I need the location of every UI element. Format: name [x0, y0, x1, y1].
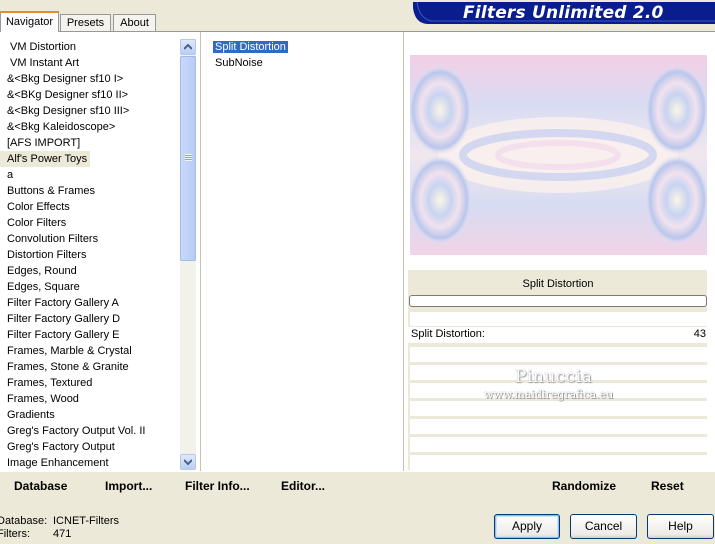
category-list[interactable]: VM Distortion VM Instant Art &<Bkg Designe…	[0, 39, 180, 471]
scroll-down-button[interactable]	[180, 454, 196, 470]
category-item[interactable]: Frames, Wood	[0, 391, 180, 407]
chevron-down-icon	[184, 459, 192, 465]
category-scrollbar[interactable]	[180, 39, 196, 470]
tab-presets[interactable]: Presets	[60, 14, 111, 31]
preview-image	[410, 55, 707, 255]
tab-about[interactable]: About	[113, 14, 156, 31]
category-item[interactable]: Color Effects	[0, 199, 180, 215]
category-item[interactable]: Image Enhancement	[0, 455, 180, 471]
apply-button[interactable]: Apply	[494, 514, 560, 539]
category-item[interactable]: Filter Factory Gallery D	[0, 311, 180, 327]
category-item[interactable]: Edges, Square	[0, 279, 180, 295]
editor-button[interactable]: Editor...	[281, 478, 325, 494]
chevron-up-icon	[184, 44, 192, 50]
category-item[interactable]: Greg's Factory Output	[0, 439, 180, 455]
category-item[interactable]: Filter Factory Gallery E	[0, 327, 180, 343]
filter-name-label: Split Distortion	[522, 278, 594, 290]
import-button[interactable]: Import...	[105, 478, 152, 494]
category-item[interactable]: &<Bkg Kaleidoscope>	[0, 119, 180, 135]
category-item[interactable]: Color Filters	[0, 215, 180, 231]
cancel-button[interactable]: Cancel	[570, 514, 637, 539]
filters-count-value: 471	[53, 528, 72, 540]
category-item[interactable]: [AFS IMPORT]	[0, 135, 180, 151]
tab-navigator[interactable]: Navigator	[0, 11, 59, 32]
category-item[interactable]: Distortion Filters	[0, 247, 180, 263]
help-button[interactable]: Help	[647, 514, 714, 539]
category-item[interactable]: Alf's Power Toys	[0, 151, 90, 167]
category-item[interactable]: Convolution Filters	[0, 231, 180, 247]
scroll-up-button[interactable]	[180, 39, 196, 55]
tab-about-label: About	[120, 17, 149, 29]
divider	[403, 32, 404, 471]
category-item[interactable]: Frames, Stone & Granite	[0, 359, 180, 375]
filter-list[interactable]: Split Distortion SubNoise	[207, 39, 402, 119]
category-item[interactable]: VM Instant Art	[0, 55, 180, 71]
watermark-url: www.maidiregrafica.eu	[484, 388, 614, 401]
filter-item[interactable]: SubNoise	[207, 55, 263, 71]
divider	[200, 32, 201, 471]
grip-icon	[185, 154, 192, 161]
database-value: ICNET-Filters	[53, 515, 119, 527]
parameter-value: 43	[693, 328, 706, 340]
category-item[interactable]: Edges, Round	[0, 263, 180, 279]
database-label: Database:	[0, 515, 48, 527]
category-item[interactable]: Frames, Marble & Crystal	[0, 343, 180, 359]
category-item[interactable]: &<Bkg Designer sf10 I>	[0, 71, 180, 87]
category-item[interactable]: &<Bkg Designer sf10 III>	[0, 103, 180, 119]
category-item[interactable]: Buttons & Frames	[0, 183, 180, 199]
parameter-row[interactable]: Split Distortion: 43	[408, 327, 708, 343]
tab-presets-label: Presets	[66, 17, 105, 29]
category-item[interactable]: Greg's Factory Output Vol. II	[0, 423, 180, 439]
filter-item[interactable]: Split Distortion	[207, 39, 288, 55]
category-item[interactable]: a	[0, 167, 180, 183]
tab-navigator-label: Navigator	[5, 16, 54, 28]
filter-info-button[interactable]: Filter Info...	[185, 478, 250, 494]
app-title: Filters Unlimited 2.0	[463, 3, 664, 23]
filters-count-label: Filters:	[0, 528, 30, 540]
progress-bar	[409, 295, 707, 307]
category-item[interactable]: VM Distortion	[0, 39, 180, 55]
category-item[interactable]: Frames, Textured	[0, 375, 180, 391]
reset-button[interactable]: Reset	[651, 478, 684, 494]
filter-item-label: Split Distortion	[213, 41, 288, 53]
category-item[interactable]: Filter Factory Gallery A	[0, 295, 180, 311]
randomize-button[interactable]: Randomize	[552, 478, 616, 494]
database-button[interactable]: Database	[14, 478, 67, 494]
scroll-thumb[interactable]	[180, 56, 196, 261]
filter-item-label: SubNoise	[215, 57, 263, 69]
watermark-name: Pinuccia	[515, 367, 593, 387]
parameter-label: Split Distortion:	[411, 328, 485, 340]
category-item[interactable]: Gradients	[0, 407, 180, 423]
category-item[interactable]: &<BKg Designer sf10 II>	[0, 87, 180, 103]
